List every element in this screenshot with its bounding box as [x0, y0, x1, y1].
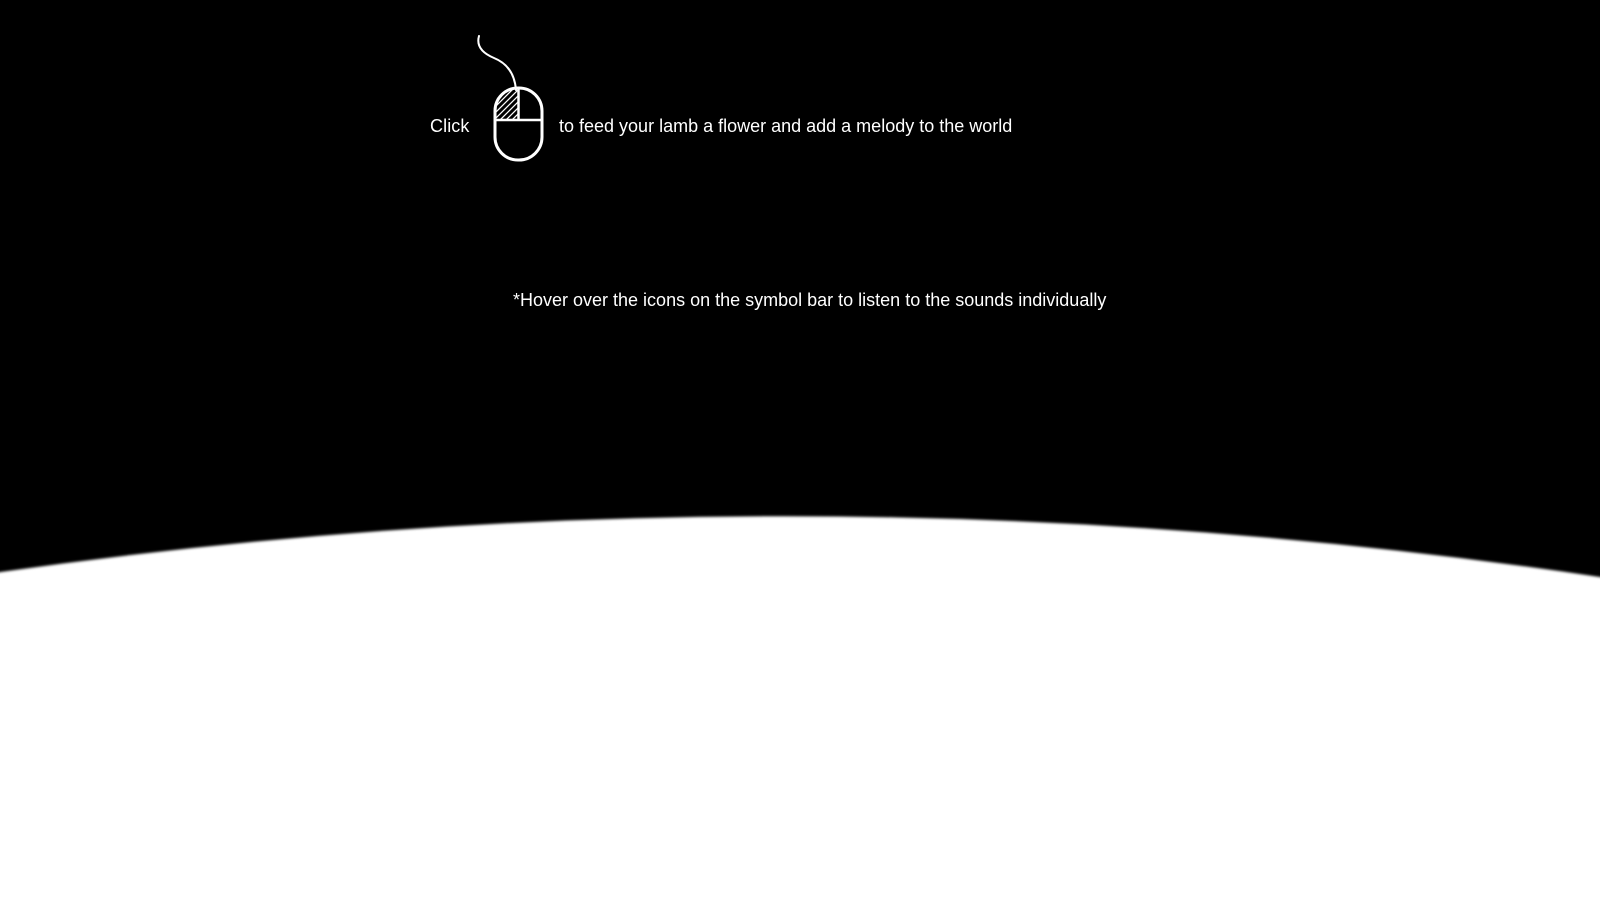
click-instruction: Click to feed your lamb a flower and add… — [0, 0, 1600, 200]
mouse-left-click-icon — [477, 35, 544, 162]
hover-hint-text: *Hover over the icons on the symbol bar … — [513, 290, 1107, 310]
click-action-text: to feed your lamb a flower and add a mel… — [559, 116, 1013, 136]
click-label: Click — [430, 116, 470, 136]
game-stage[interactable]: Click to feed your lamb a flower and add… — [0, 0, 1600, 900]
